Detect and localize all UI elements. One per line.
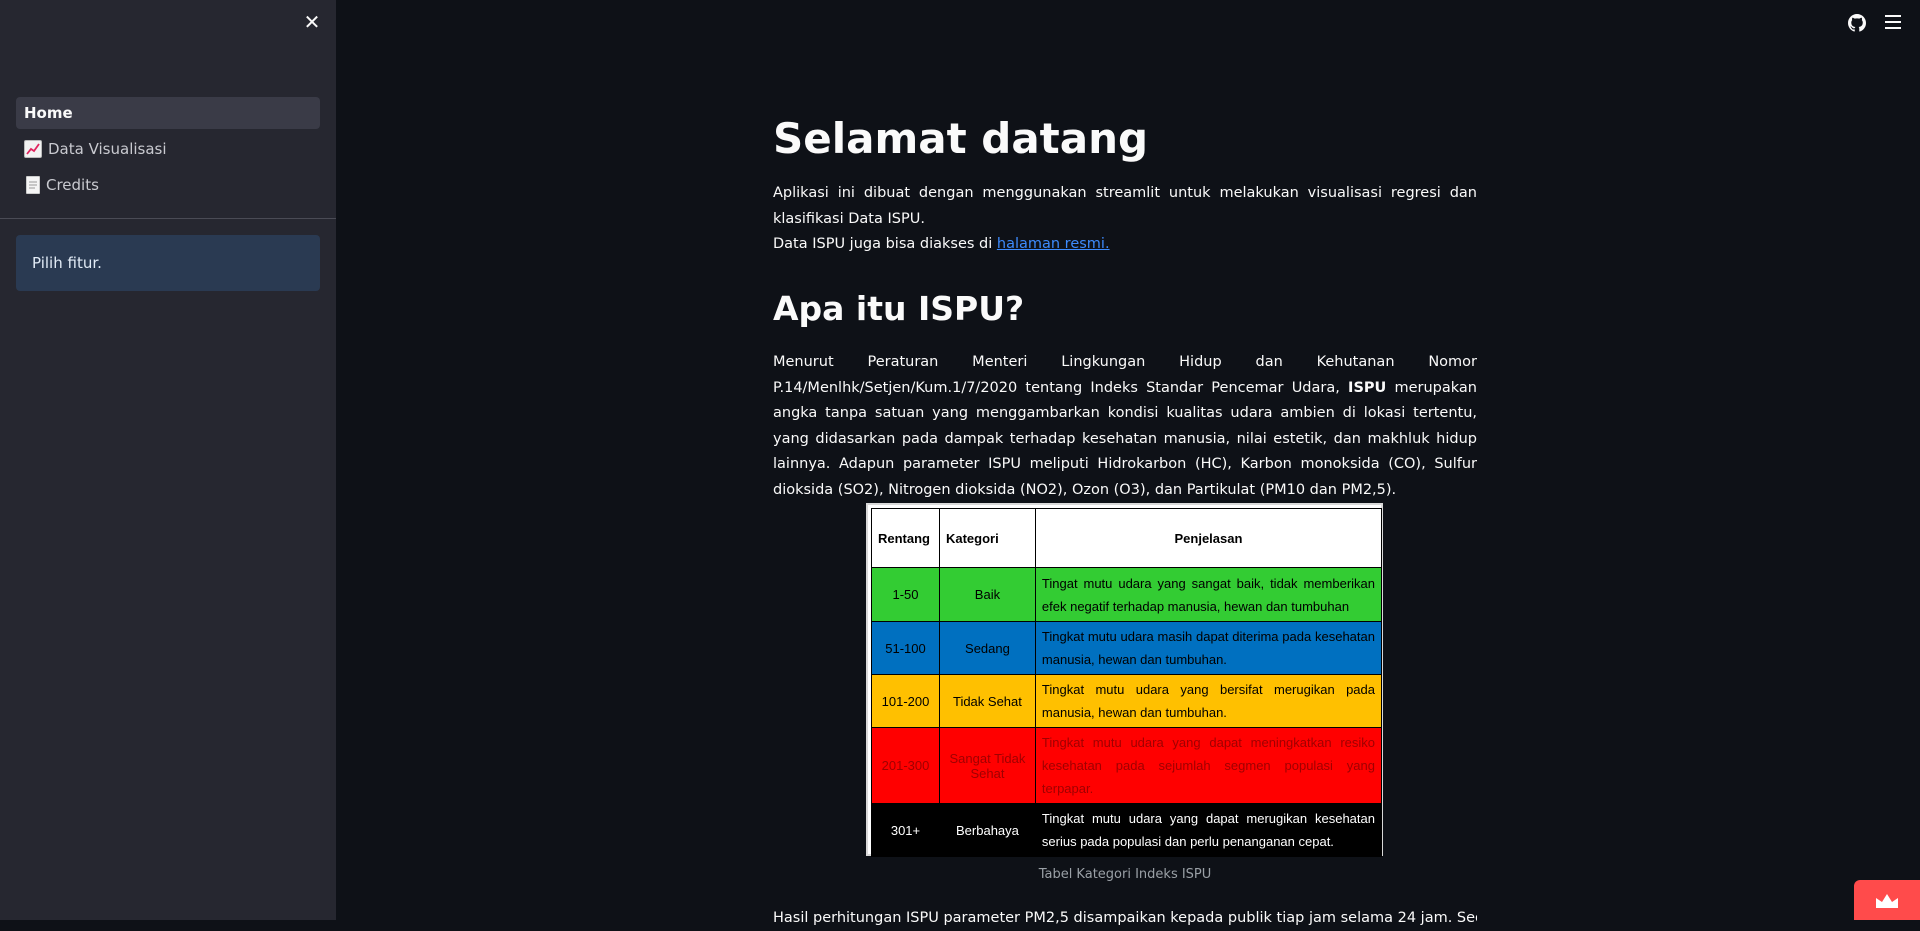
- table-row: 301+ Berbahaya Tingkat mutu udara yang dap…: [871, 803, 1383, 857]
- category-cell: Sangat Tidak Sehat: [938, 727, 1036, 804]
- sidebar-divider: [0, 218, 336, 219]
- range-cell: 201-300: [871, 727, 940, 804]
- sidebar: ✕ Home Data Visualisasi Credits Pilih fi…: [0, 0, 336, 920]
- desc-bold: ISPU: [1348, 379, 1387, 396]
- description-cell: Tingkat mutu udara yang dapat merugikan …: [1034, 803, 1383, 857]
- header-rentang: Rentang: [871, 508, 940, 568]
- range-cell: 51-100: [871, 621, 940, 675]
- streamlit-badge[interactable]: [1854, 880, 1920, 920]
- github-icon[interactable]: [1848, 14, 1866, 32]
- close-sidebar-icon[interactable]: ✕: [302, 12, 322, 32]
- image-caption: Tabel Kategori Indeks ISPU: [1038, 867, 1212, 882]
- range-cell: 1-50: [871, 567, 940, 622]
- ispu-table: Rentang Kategori Penjelasan 1-50 Baik Ting…: [871, 508, 1383, 857]
- sidebar-item-home[interactable]: Home: [16, 97, 320, 129]
- description-cell: Tingkat mutu udara yang bersifat merugik…: [1034, 674, 1383, 728]
- sidebar-item-label: Credits: [46, 176, 99, 194]
- description-cell: Tingkat mutu udara yang dapat meningkatk…: [1034, 727, 1383, 804]
- section-heading: Apa itu ISPU?: [773, 289, 1025, 328]
- intro-line-2: Data ISPU juga bisa diakses di halaman r…: [773, 232, 1477, 258]
- ispu-description: Menurut Peraturan Menteri Lingkungan Hid…: [773, 350, 1477, 503]
- category-cell: Sedang: [938, 621, 1036, 675]
- table-row: 201-300 Sangat Tidak Sehat Tingkat mutu ud…: [871, 727, 1383, 804]
- hamburger-menu-icon[interactable]: [1885, 15, 1901, 29]
- info-text: Pilih fitur.: [32, 254, 102, 272]
- sidebar-item-data-visualisasi[interactable]: Data Visualisasi: [16, 133, 320, 165]
- chart-increasing-icon: [24, 140, 42, 158]
- page-icon: [26, 176, 40, 194]
- sidebar-item-label: Data Visualisasi: [48, 140, 167, 158]
- category-cell: Tidak Sehat: [938, 674, 1036, 728]
- description-cell: Tingkat mutu udara masih dapat diterima …: [1034, 621, 1383, 675]
- ispu-category-table-image: Rentang Kategori Penjelasan 1-50 Baik Ting…: [866, 503, 1383, 857]
- table-row: 51-100 Sedang Tingkat mutu udara masih dap…: [871, 621, 1383, 675]
- header-penjelasan: Penjelasan: [1034, 508, 1383, 568]
- description-cell: Tingat mutu udara yang sangat baik, tida…: [1034, 567, 1383, 622]
- category-cell: Berbahaya: [938, 803, 1036, 857]
- next-paragraph: Hasil perhitungan ISPU parameter PM2,5 d…: [773, 910, 1477, 926]
- intro-line-1: Aplikasi ini dibuat dengan menggunakan s…: [773, 185, 1477, 227]
- range-cell: 301+: [871, 803, 940, 857]
- sidebar-item-credits[interactable]: Credits: [16, 169, 320, 201]
- info-box: Pilih fitur.: [16, 235, 320, 291]
- sidebar-item-label: Home: [24, 104, 73, 122]
- category-cell: Baik: [938, 567, 1036, 622]
- page-title: Selamat datang: [773, 114, 1149, 163]
- intro-paragraph: Aplikasi ini dibuat dengan menggunakan s…: [773, 181, 1477, 258]
- table-row: 1-50 Baik Tingat mutu udara yang sangat ba…: [871, 567, 1383, 622]
- official-page-link[interactable]: halaman resmi.: [997, 236, 1110, 252]
- sidebar-nav: Home Data Visualisasi Credits: [16, 97, 320, 205]
- range-cell: 101-200: [871, 674, 940, 728]
- header-kategori: Kategori: [938, 508, 1036, 568]
- intro-line-2-text: Data ISPU juga bisa diakses di: [773, 236, 997, 252]
- desc-text-2: merupakan angka tanpa satuan yang mengga…: [773, 379, 1477, 498]
- table-row: 101-200 Tidak Sehat Tingkat mutu udara yan…: [871, 674, 1383, 728]
